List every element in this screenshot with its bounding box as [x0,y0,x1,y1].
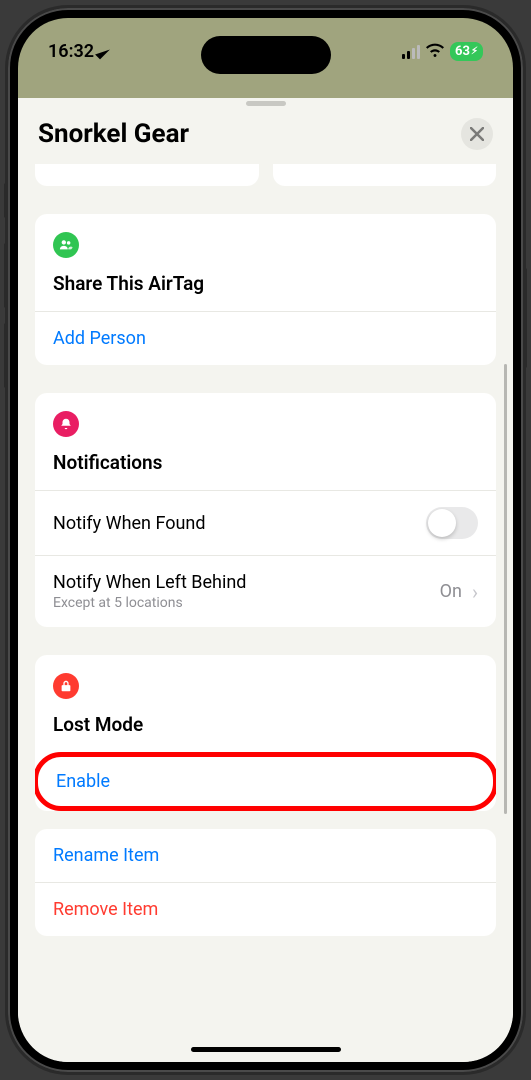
notify-when-left-behind-row[interactable]: Notify When Left Behind Except at 5 loca… [35,555,496,627]
page-title: Snorkel Gear [38,119,189,149]
enable-label: Enable [56,771,110,792]
enable-lost-mode-row[interactable]: Enable [35,752,496,811]
actions-card: Rename Item Remove Item [35,829,496,936]
status-time: 16:32 [48,41,94,62]
notify-left-sublabel: Except at 5 locations [53,595,246,611]
partial-card [35,164,259,186]
rename-item-row[interactable]: Rename Item [35,829,496,882]
cellular-signal-icon [402,45,420,59]
share-card: Share This AirTag Add Person [35,214,496,365]
close-icon [470,127,484,141]
notify-found-toggle[interactable] [426,507,478,539]
partial-card [273,164,497,186]
battery-indicator: 63 ⚡︎ [450,42,483,61]
home-indicator[interactable] [191,1047,341,1052]
rename-label: Rename Item [53,845,159,866]
lost-mode-card: Lost Mode Enable [35,655,496,811]
bell-icon [53,411,79,437]
wifi-icon [426,42,444,61]
lock-icon [53,673,79,699]
close-button[interactable] [461,118,493,150]
chevron-right-icon: › [472,580,478,604]
detail-sheet: Snorkel Gear [18,101,513,1062]
notify-when-found-row[interactable]: Notify When Found [35,490,496,555]
notify-found-label: Notify When Found [53,513,206,534]
notify-left-value: On [440,581,462,602]
battery-percentage: 63 [455,44,470,59]
share-section-title: Share This AirTag [53,272,478,311]
add-person-label: Add Person [53,328,146,349]
add-person-row[interactable]: Add Person [35,311,496,365]
notifications-section-title: Notifications [53,451,478,490]
notify-left-label: Notify When Left Behind [53,572,246,593]
sheet-grabber[interactable] [246,101,286,106]
charging-icon: ⚡︎ [471,46,478,57]
dynamic-island [201,36,331,74]
remove-label: Remove Item [53,899,158,920]
scroll-indicator [504,364,507,814]
lost-mode-section-title: Lost Mode [53,713,478,752]
remove-item-row[interactable]: Remove Item [35,882,496,936]
notifications-card: Notifications Notify When Found Notify W… [35,393,496,627]
location-arrow-icon [95,44,110,59]
people-icon [53,232,79,258]
